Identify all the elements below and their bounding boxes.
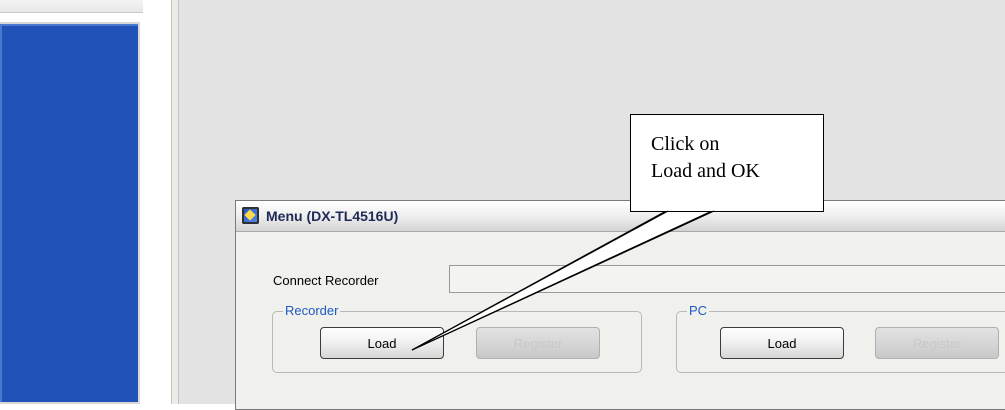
- callout-line-2: Load and OK: [651, 160, 760, 182]
- callout-pointer: [411, 209, 715, 351]
- callout-line-1: Click on: [651, 133, 720, 155]
- callout-text: Click on Load and OK: [651, 131, 760, 185]
- callout-box: Click on Load and OK: [630, 114, 824, 212]
